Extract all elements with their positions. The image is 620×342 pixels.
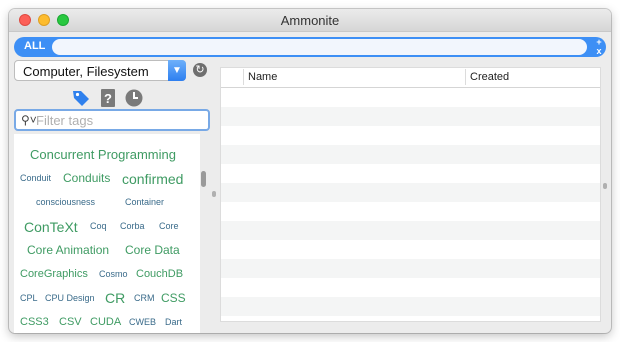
tag-icon[interactable] (71, 88, 91, 108)
table-row[interactable] (221, 259, 600, 278)
add-remove-criteria-button[interactable]: + x (593, 38, 605, 56)
table-row[interactable] (221, 278, 600, 297)
table-row[interactable] (221, 107, 600, 126)
tag-item[interactable]: Core Animation (27, 244, 109, 256)
all-scope-button[interactable]: ALL (24, 40, 45, 52)
query-bar: ALL + x (14, 37, 606, 57)
window-title: Ammonite (280, 13, 340, 28)
refresh-icon[interactable]: ↻ (193, 63, 207, 77)
tag-item[interactable]: CRM (134, 294, 155, 303)
table-row[interactable] (221, 145, 600, 164)
table-row[interactable] (221, 240, 600, 259)
tag-item[interactable]: CSS (161, 292, 186, 304)
source-selected-value: Computer, Filesystem (23, 64, 149, 79)
tag-item[interactable]: CR (105, 291, 125, 305)
source-dropdown[interactable]: Computer, Filesystem ▼ (14, 60, 186, 81)
column-header-name[interactable]: Name (248, 71, 277, 84)
tag-item[interactable]: confirmed (122, 172, 183, 186)
clock-icon[interactable] (124, 88, 144, 108)
table-row[interactable] (221, 183, 600, 202)
column-divider[interactable] (465, 69, 466, 85)
search-icon[interactable]: ⚲˅ (21, 113, 37, 127)
tag-item[interactable]: Container (125, 198, 164, 207)
tag-item[interactable]: Corba (120, 222, 145, 231)
tag-item[interactable]: CPU Design (45, 294, 95, 303)
tag-item[interactable]: Core (159, 222, 179, 231)
tag-item[interactable]: CoreGraphics (20, 269, 88, 280)
table-row[interactable] (221, 221, 600, 240)
help-icon[interactable]: ? (98, 88, 118, 108)
chevron-down-icon[interactable]: ▼ (168, 60, 186, 81)
tag-item[interactable]: Dart (165, 318, 182, 327)
title-bar[interactable]: Ammonite (9, 9, 611, 32)
tag-cloud-scrollbar[interactable] (201, 171, 206, 187)
tag-item[interactable]: Core Data (125, 244, 180, 256)
tag-item[interactable]: consciousness (36, 198, 95, 207)
table-row[interactable] (221, 126, 600, 145)
app-window: Ammonite ALL + x Computer, Filesystem ▼ … (9, 9, 611, 333)
clear-icon: x (596, 46, 602, 56)
window-splitter-handle[interactable] (603, 183, 607, 189)
query-input[interactable] (52, 39, 587, 55)
results-table: Name Created (220, 67, 601, 322)
tag-filter-input[interactable] (36, 112, 204, 128)
column-divider[interactable] (243, 69, 244, 85)
column-header-created[interactable]: Created (470, 71, 509, 84)
table-row[interactable] (221, 88, 600, 107)
tag-item[interactable]: CSS3 (20, 317, 49, 328)
tag-item[interactable]: Cosmo (99, 270, 128, 279)
table-row[interactable] (221, 297, 600, 316)
tag-item[interactable]: Conduit (20, 174, 51, 183)
tag-item[interactable]: CUDA (90, 317, 121, 328)
tag-cloud: Concurrent Programming Conduit Conduits … (14, 134, 200, 333)
table-row[interactable] (221, 164, 600, 183)
tag-item[interactable]: Coq (90, 222, 107, 231)
table-header: Name Created (221, 68, 600, 88)
tag-item[interactable]: ConTeXt (24, 220, 78, 234)
tag-item[interactable]: CSV (59, 317, 82, 328)
tag-item[interactable]: Conduits (63, 172, 110, 184)
sidebar-splitter-handle[interactable] (212, 191, 216, 197)
svg-text:?: ? (104, 91, 112, 106)
tag-item[interactable]: CouchDB (136, 269, 183, 280)
tag-item[interactable]: CPL (20, 294, 38, 303)
tag-item[interactable]: CWEB (129, 318, 156, 327)
table-row[interactable] (221, 202, 600, 221)
tag-item[interactable]: Concurrent Programming (30, 148, 176, 161)
tag-filter-field[interactable]: ⚲˅ (14, 109, 210, 131)
